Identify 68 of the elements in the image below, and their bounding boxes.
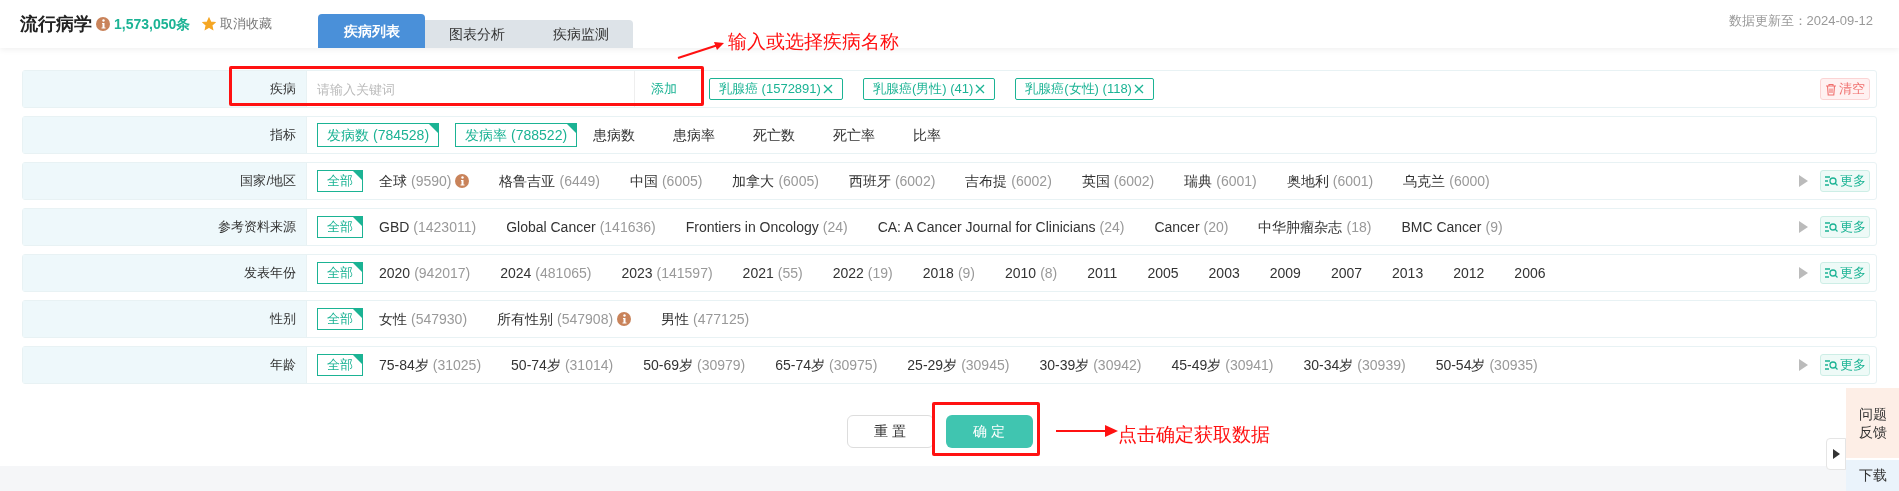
filter-option[interactable]: GBD (1423011) (379, 216, 477, 238)
filter-option[interactable]: Frontiers in Oncology (24) (685, 216, 848, 238)
filter-option[interactable]: 45-49岁 (30941) (1171, 354, 1274, 376)
record-count: 1,573,050条 (114, 14, 191, 34)
filter-option[interactable]: 患病率 (673, 124, 716, 146)
filter-option[interactable]: 比率 (913, 124, 942, 146)
filter-option[interactable]: 女性 (547930) (379, 308, 468, 330)
reset-button[interactable]: 重 置 (846, 415, 934, 448)
filter-option[interactable]: 2024 (481065) (500, 262, 592, 284)
filter-option[interactable]: 75-84岁 (31025) (379, 354, 482, 376)
filter-option[interactable]: 2003 (1208, 262, 1240, 284)
tab[interactable]: 疾病监测 (529, 20, 634, 48)
filter-label: 国家/地区 (240, 172, 296, 191)
annotation-text: 输入或选择疾病名称 (728, 30, 899, 54)
tab[interactable]: 图表分析 (425, 20, 530, 48)
annotation-text: 点击确定获取数据 (1118, 423, 1270, 447)
filter-option[interactable]: 死亡率 (833, 124, 876, 146)
filter-option[interactable]: 2007 (1330, 262, 1363, 284)
filter-label: 性别 (270, 310, 296, 329)
filter-label: 参考资料来源 (218, 218, 296, 237)
filter-option[interactable]: 2011 (1087, 262, 1118, 284)
filter-option[interactable]: 2023 (141597) (621, 262, 713, 284)
page-title: 流行病学 (20, 12, 92, 36)
filter-option[interactable]: 50-69岁 (30979) (643, 354, 746, 376)
filter-option[interactable]: 患病数 (593, 124, 636, 146)
filter-option[interactable]: 所有性别 (547908) (497, 308, 632, 330)
filter-option[interactable]: 2010 (8) (1005, 262, 1058, 284)
filter-option[interactable]: 2006 (1514, 262, 1546, 284)
favorite-toggle[interactable]: 取消收藏 (202, 14, 273, 34)
filter-label: 发表年份 (244, 264, 296, 283)
filter-option[interactable]: 30-34岁 (30939) (1303, 354, 1406, 376)
download-button[interactable]: 下载 (1846, 460, 1899, 491)
filter-option[interactable]: 2012 (1453, 262, 1485, 284)
filter-option[interactable]: 格鲁吉亚 (6449) (499, 170, 600, 192)
filter-option[interactable]: 英国 (6002) (1081, 170, 1155, 192)
feedback-button[interactable]: 问题反馈 (1846, 388, 1899, 458)
keyword-input[interactable]: 请输入关键词 (307, 71, 635, 107)
filter-option[interactable]: 吉布提 (6002) (965, 170, 1052, 192)
filter-label: 年龄 (270, 356, 296, 375)
filter-option[interactable]: 乌克兰 (6000) (1403, 170, 1490, 192)
filter-option[interactable]: 50-74岁 (31014) (511, 354, 614, 376)
filter-option[interactable]: 50-54岁 (30935) (1435, 354, 1538, 376)
filter-option[interactable]: 男性 (477125) (661, 308, 750, 330)
filter-option[interactable]: Global Cancer (141636) (506, 216, 656, 238)
filter-option[interactable]: 2018 (9) (922, 262, 975, 284)
filter-option[interactable]: 65-74岁 (30975) (775, 354, 878, 376)
filter-label: 疾病 (270, 80, 296, 99)
filter-option[interactable]: 2021 (55) (742, 262, 803, 284)
filter-option[interactable]: 2020 (942017) (379, 262, 471, 284)
filter-label: 指标 (270, 126, 296, 145)
filter-option[interactable]: 2009 (1269, 262, 1301, 284)
filter-option[interactable]: 30-39岁 (30942) (1039, 354, 1142, 376)
update-date: 数据更新至：2024-09-12 (1728, 11, 1873, 30)
filter-option[interactable]: BMC Cancer (9) (1401, 216, 1503, 238)
filter-option[interactable]: CA: A Cancer Journal for Clinicians (24) (877, 216, 1125, 238)
filter-option[interactable]: 死亡数 (753, 124, 796, 146)
filter-option[interactable]: 奥地利 (6001) (1286, 170, 1374, 192)
filter-option[interactable]: Cancer (20) (1154, 216, 1229, 238)
filter-option[interactable]: 中华肿瘤杂志 (18) (1258, 216, 1372, 238)
filter-option[interactable]: 中国 (6005) (629, 170, 703, 192)
filter-option[interactable]: 西班牙 (6002) (848, 170, 936, 192)
filter-option[interactable]: 加拿大 (6005) (732, 170, 819, 192)
filter-option[interactable]: 2005 (1147, 262, 1179, 284)
filter-option[interactable]: 2013 (1392, 262, 1424, 284)
filter-option[interactable]: 全球 (9590) (379, 170, 470, 192)
filter-option[interactable]: 2022 (19) (832, 262, 893, 284)
filter-option[interactable]: 瑞典 (6001) (1184, 170, 1257, 192)
filter-option[interactable]: 25-29岁 (30945) (907, 354, 1010, 376)
